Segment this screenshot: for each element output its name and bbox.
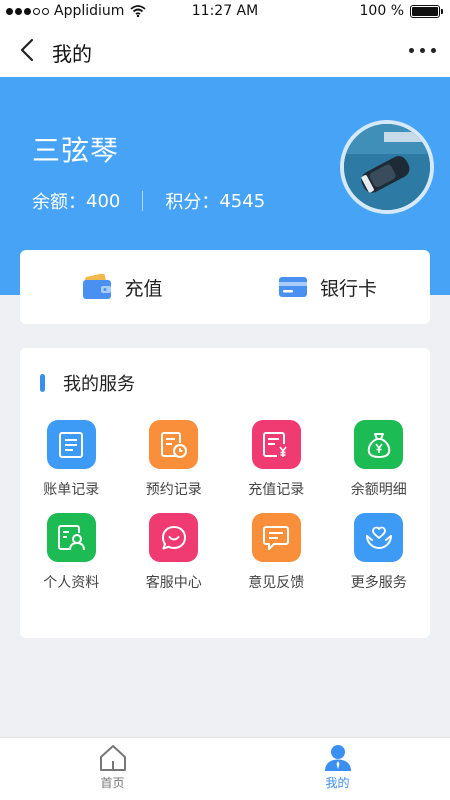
bank-card-icon — [278, 277, 307, 297]
page-title: 我的 — [52, 42, 92, 66]
recharge-record-icon — [251, 420, 301, 469]
feedback-icon — [251, 513, 301, 562]
wallet-icon — [83, 274, 112, 299]
service-feedback[interactable]: 意见反馈 — [225, 513, 328, 592]
my-services: 我的服务 账单记录 预约记录 充值记录 余额明细 个人资料 客服中心 意见反馈 … — [20, 348, 430, 638]
tab-home[interactable]: 首页 — [0, 738, 225, 800]
bank-card-button[interactable]: 银行卡 — [225, 250, 430, 324]
home-icon — [99, 745, 126, 771]
status-bar: Applidium 11:27 AM 100 % — [0, 0, 450, 24]
avatar[interactable] — [340, 120, 434, 214]
balance-label: 余额： — [32, 192, 86, 213]
more-button[interactable] — [404, 40, 440, 60]
service-balance-details[interactable]: 余额明细 — [328, 420, 431, 499]
balance-value: 400 — [86, 190, 121, 212]
battery-info: 100 % — [359, 3, 443, 19]
service-label: 余额明细 — [350, 482, 407, 498]
service-bill-records[interactable]: 账单记录 — [20, 420, 123, 499]
battery-text: 100 % — [359, 3, 404, 19]
care-hands-icon — [354, 513, 404, 562]
bank-card-label: 银行卡 — [319, 277, 377, 300]
services-grid: 账单记录 预约记录 充值记录 余额明细 个人资料 客服中心 意见反馈 更多服务 — [20, 420, 430, 592]
recharge-label: 充值 — [124, 277, 163, 300]
service-personal-info[interactable]: 个人资料 — [20, 513, 123, 592]
chevron-left-icon — [20, 38, 34, 62]
points-label: 积分： — [165, 192, 220, 213]
user-icon — [324, 745, 351, 771]
nav-bar: 我的 — [0, 24, 450, 77]
service-appointment-records[interactable]: 预约记录 — [123, 420, 226, 499]
service-customer-center[interactable]: 客服中心 — [123, 513, 226, 592]
service-label: 充值记录 — [248, 482, 305, 498]
tab-mine-label: 我的 — [325, 776, 350, 790]
wallet-actions: 充值 银行卡 — [20, 250, 430, 324]
service-label: 个人资料 — [43, 575, 100, 591]
bill-icon — [46, 420, 96, 469]
section-accent-bar — [40, 374, 45, 392]
points-value: 4545 — [219, 190, 266, 212]
service-recharge-records[interactable]: 充值记录 — [225, 420, 328, 499]
chat-smile-icon — [149, 513, 199, 562]
account-stats: 余额： 400 积分： 4545 — [32, 188, 265, 214]
profile-card-icon — [46, 513, 96, 562]
service-more[interactable]: 更多服务 — [328, 513, 431, 592]
stats-divider — [142, 191, 144, 211]
services-heading: 我的服务 — [40, 370, 135, 396]
tab-mine[interactable]: 我的 — [225, 738, 450, 800]
service-label: 预约记录 — [145, 482, 202, 498]
more-dots-icon — [408, 47, 414, 53]
recharge-button[interactable]: 充值 — [20, 250, 225, 324]
service-label: 更多服务 — [350, 575, 407, 591]
tab-home-label: 首页 — [100, 776, 125, 790]
back-button[interactable] — [14, 36, 42, 64]
bottom-tab-bar: 首页 我的 — [0, 737, 450, 800]
car-photo-icon — [344, 124, 430, 210]
appointment-icon — [149, 420, 199, 469]
user-name: 三弦琴 — [32, 134, 120, 167]
services-title: 我的服务 — [63, 374, 135, 395]
money-bag-icon — [354, 420, 404, 469]
battery-icon — [410, 4, 443, 18]
service-label: 账单记录 — [43, 482, 100, 498]
service-label: 客服中心 — [145, 575, 202, 591]
service-label: 意见反馈 — [248, 575, 305, 591]
